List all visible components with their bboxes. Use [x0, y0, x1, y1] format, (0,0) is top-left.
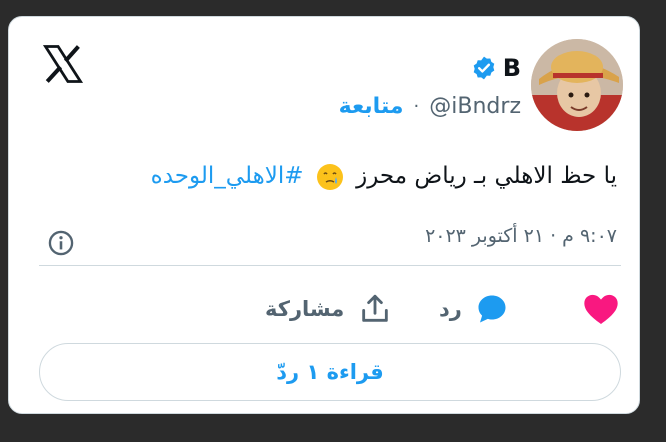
author-name-row[interactable]: B [471, 53, 521, 83]
verified-icon [473, 56, 494, 80]
reply-label: رد [439, 297, 462, 321]
share-button[interactable]: مشاركة [265, 289, 392, 329]
avatar-image [531, 39, 623, 131]
reply-button[interactable]: رد [439, 289, 510, 329]
handle-row: متابعة · @iBndrz [339, 89, 521, 123]
read-replies-button[interactable]: قراءة ١ ردّ [39, 343, 621, 401]
follow-button[interactable]: متابعة [339, 94, 404, 119]
reply-bubble-icon [478, 295, 506, 323]
divider [39, 265, 621, 266]
emoji-face-icon [316, 163, 343, 190]
tweet-text: يا حظ الاهلي بـ رياض محرز #الاهلي_الوحده [57, 159, 617, 193]
author-display-name: B [502, 54, 521, 82]
share-icon [362, 294, 389, 322]
avatar[interactable] [531, 39, 623, 131]
hashtag-link[interactable]: #الاهلي_الوحده [151, 163, 304, 189]
share-label: مشاركة [265, 297, 345, 321]
tweet-body: يا حظ الاهلي بـ رياض محرز [356, 163, 617, 189]
info-icon[interactable] [47, 229, 75, 257]
heart-icon[interactable] [581, 289, 621, 329]
x-logo-icon[interactable] [41, 43, 85, 85]
tweet-timestamp[interactable]: ٩:٠٧ م · ٢١ أكتوبر ٢٠٢٣ [425, 225, 617, 247]
author-handle[interactable]: @iBndrz [429, 94, 521, 119]
action-bar: رد مشاركة [9, 289, 639, 329]
separator-dot: · [413, 95, 420, 117]
tweet-card: B متابعة · @iBndrz يا حظ الاهلي بـ رياض … [8, 16, 640, 414]
